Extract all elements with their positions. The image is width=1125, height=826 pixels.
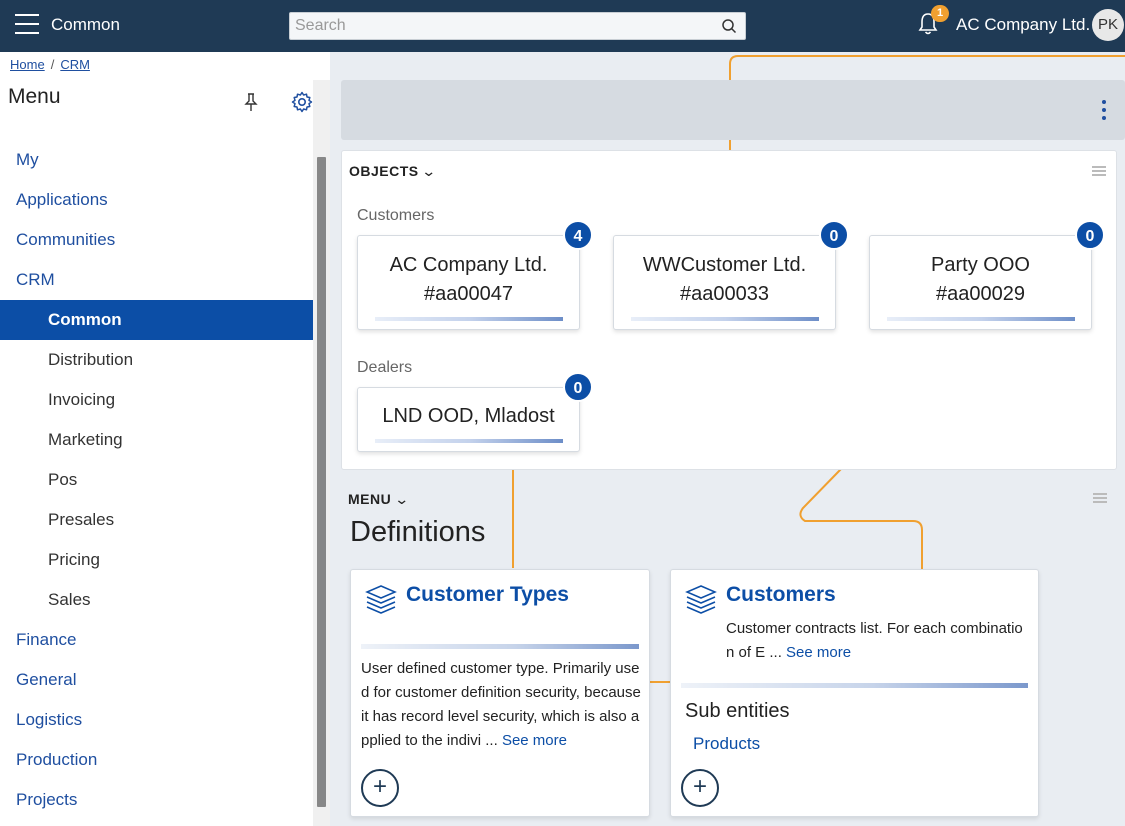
sidebar: Menu My Applications Communities CRM Com… — [0, 80, 330, 826]
dealers-group-label: Dealers — [357, 359, 413, 376]
menu-heading: MENU — [348, 491, 392, 507]
description-text: User defined customer type. Primarily us… — [361, 660, 641, 749]
sidebar-item-marketing[interactable]: Marketing — [0, 420, 313, 460]
card-stripe — [361, 644, 639, 649]
top-bar: Common 1 AC Company Ltd. PK — [0, 0, 1125, 52]
company-name[interactable]: AC Company Ltd. — [956, 15, 1090, 35]
customers-group-label: Customers — [357, 207, 435, 224]
customer-name: Party OOO — [931, 254, 1030, 276]
count-badge: 0 — [563, 372, 593, 402]
customer-name: WWCustomer Ltd. — [642, 254, 807, 276]
definitions-title: Definitions — [350, 516, 486, 548]
stack-icon — [685, 585, 717, 614]
search-box[interactable] — [289, 12, 746, 40]
drag-handle-icon[interactable] — [1093, 493, 1107, 503]
definition-card-customers: Customers Customer contracts list. For e… — [670, 569, 1039, 817]
sidebar-item-pricing[interactable]: Pricing — [0, 540, 313, 580]
customer-name: AC Company Ltd. — [389, 254, 548, 276]
card-stripe — [375, 439, 563, 443]
sidebar-item-my[interactable]: My — [0, 140, 313, 180]
menu-list: My Applications Communities CRM Common D… — [0, 140, 313, 820]
card-stripe — [375, 317, 563, 321]
definition-title[interactable]: Customer Types — [406, 583, 569, 607]
see-more-link[interactable]: See more — [502, 732, 567, 749]
sub-entities-title: Sub entities — [685, 700, 790, 722]
sidebar-item-pos[interactable]: Pos — [0, 460, 313, 500]
sidebar-item-sales[interactable]: Sales — [0, 580, 313, 620]
add-button[interactable]: + — [681, 769, 719, 807]
sidebar-scrollbar-thumb[interactable] — [317, 157, 326, 807]
breadcrumb-home[interactable]: Home — [10, 57, 45, 72]
count-badge: 4 — [563, 220, 593, 250]
customer-card[interactable]: WWCustomer Ltd. #aa00033 — [613, 235, 836, 330]
definition-title[interactable]: Customers — [726, 583, 836, 607]
sidebar-item-distribution[interactable]: Distribution — [0, 340, 313, 380]
dealer-name: LND OOD, Mladost — [382, 405, 555, 427]
sidebar-item-finance[interactable]: Finance — [0, 620, 313, 660]
avatar[interactable]: PK — [1092, 9, 1124, 41]
customer-card[interactable]: AC Company Ltd. #aa00047 — [357, 235, 580, 330]
add-button[interactable]: + — [361, 769, 399, 807]
chevron-down-icon: ⌄ — [421, 163, 438, 179]
breadcrumb-crm[interactable]: CRM — [60, 57, 90, 72]
menu-title: Menu — [8, 85, 61, 108]
search-icon[interactable] — [721, 18, 737, 34]
breadcrumb-separator: / — [50, 57, 55, 72]
pin-icon[interactable] — [243, 92, 259, 112]
sidebar-item-production[interactable]: Production — [0, 740, 313, 780]
gear-icon[interactable] — [290, 90, 314, 114]
hamburger-menu-icon[interactable] — [15, 14, 39, 34]
dealer-card[interactable]: LND OOD, Mladost — [357, 387, 580, 452]
app-title: Common — [51, 15, 120, 34]
see-more-link[interactable]: See more — [786, 644, 851, 661]
more-options-icon[interactable] — [1099, 100, 1109, 124]
description-text: Customer contracts list. For each combin… — [726, 620, 1023, 661]
definition-card-customer-types: Customer Types User defined customer typ… — [350, 569, 650, 817]
sidebar-item-communities[interactable]: Communities — [0, 220, 313, 260]
breadcrumb: Home / CRM — [0, 52, 330, 80]
sidebar-item-presales[interactable]: Presales — [0, 500, 313, 540]
notification-badge: 1 — [931, 5, 949, 22]
search-input[interactable] — [290, 13, 710, 39]
card-stripe — [631, 317, 819, 321]
drag-handle-icon[interactable] — [1092, 166, 1106, 176]
page-header-bar — [341, 80, 1125, 140]
sub-entity-link-products[interactable]: Products — [693, 734, 760, 754]
count-badge: 0 — [819, 220, 849, 250]
card-stripe — [681, 683, 1028, 688]
customer-card[interactable]: Party OOO #aa00029 — [869, 235, 1092, 330]
sidebar-item-applications[interactable]: Applications — [0, 180, 313, 220]
stack-icon — [365, 585, 397, 614]
customer-code: #aa00029 — [936, 283, 1025, 305]
customer-code: #aa00047 — [424, 283, 513, 305]
objects-heading: OBJECTS — [349, 163, 419, 179]
sidebar-item-crm[interactable]: CRM — [0, 260, 313, 300]
card-stripe — [887, 317, 1075, 321]
definition-description: User defined customer type. Primarily us… — [361, 657, 641, 753]
definition-description: Customer contracts list. For each combin… — [726, 617, 1026, 665]
objects-section-toggle[interactable]: OBJECTS ⌄ — [349, 163, 438, 180]
connector-curve — [799, 468, 923, 569]
sidebar-item-general[interactable]: General — [0, 660, 313, 700]
sidebar-item-projects[interactable]: Projects — [0, 780, 313, 820]
sidebar-item-common[interactable]: Common — [0, 300, 313, 340]
sidebar-item-invoicing[interactable]: Invoicing — [0, 380, 313, 420]
count-badge: 0 — [1075, 220, 1105, 250]
menu-section-toggle[interactable]: MENU ⌄ — [348, 491, 410, 508]
sidebar-item-logistics[interactable]: Logistics — [0, 700, 313, 740]
chevron-down-icon: ⌄ — [393, 491, 410, 507]
customer-code: #aa00033 — [680, 283, 769, 305]
